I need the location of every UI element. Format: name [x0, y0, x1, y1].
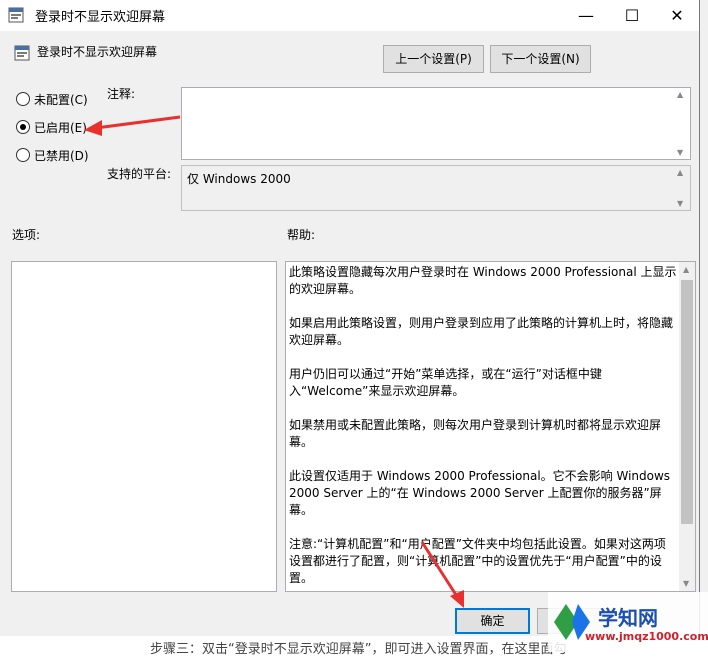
ok-button[interactable]: 确定 [455, 608, 530, 634]
enabled-label[interactable]: 已启用(E) [34, 119, 87, 136]
minimize-button[interactable]: — [563, 0, 609, 31]
help-paragraph: 此策略设置隐藏每次用户登录时在 Windows 2000 Professiona… [289, 265, 677, 296]
annotation-arrow [84, 115, 181, 136]
scroll-up-icon[interactable]: ▲ [683, 265, 689, 274]
not-configured-label[interactable]: 未配置(C) [34, 91, 88, 108]
policy-setting-icon [8, 7, 24, 23]
scroll-up-icon[interactable]: ▲ [677, 90, 683, 99]
help-paragraph: 用户仍旧可以通过“开始”菜单选择，或在“运行”对话框中键入“Welcome”来显… [289, 367, 602, 398]
annotation-arrow [420, 541, 464, 608]
help-paragraph: 如果禁用或未配置此策略，则每次用户登录到计算机时都将显示欢迎屏幕。 [289, 418, 662, 449]
watermark-url: www.jmqz1000.com [585, 630, 708, 643]
platform-label: 支持的平台: [107, 167, 172, 181]
policy-name: 登录时不显示欢迎屏幕 [37, 45, 158, 59]
not-configured-radio[interactable] [16, 92, 30, 106]
disabled-radio[interactable] [16, 148, 30, 162]
disabled-label[interactable]: 已禁用(D) [34, 147, 89, 164]
help-scroll-thumb[interactable] [681, 280, 693, 524]
scroll-down-icon[interactable]: ▼ [677, 199, 683, 208]
help-paragraph: 注意:“计算机配置”和“用户配置”文件夹中均包括此设置。如果对这两项设置都进行了… [289, 537, 666, 585]
options-label: 选项: [12, 228, 41, 242]
options-panel [11, 261, 277, 592]
comment-scrollbar[interactable]: ▲ ▼ [674, 88, 690, 159]
radio-selected-dot [20, 124, 26, 130]
watermark-text: 学知网 [598, 606, 658, 630]
close-button[interactable]: ✕ [654, 0, 700, 31]
help-paragraph: 此设置仅适用于 Windows 2000 Professional。它不会影响 … [289, 469, 671, 517]
maximize-button[interactable]: ☐ [609, 0, 655, 31]
window-title: 登录时不显示欢迎屏幕 [35, 10, 166, 25]
tutorial-caption: 步骤三：双击“登录时不显示欢迎屏幕”，即可进入设置界面，在这里面勾 [150, 642, 567, 657]
next-setting-button[interactable]: 下一个设置(N) [490, 45, 591, 73]
previous-setting-button[interactable]: 上一个设置(P) [383, 45, 484, 73]
enabled-radio[interactable] [16, 120, 30, 134]
policy-setting-icon [14, 45, 30, 61]
platform-scrollbar[interactable]: ▲ ▼ [674, 166, 690, 210]
scroll-up-icon[interactable]: ▲ [677, 168, 683, 177]
comment-label: 注释: [107, 87, 136, 101]
background-window-edge [700, 0, 708, 652]
platform-value: 仅 Windows 2000 [187, 172, 291, 186]
help-paragraph: 如果启用此策略设置，则用户登录到应用了此策略的计算机上时，将隐藏欢迎屏幕。 [289, 316, 674, 347]
comment-textarea[interactable]: ▲ ▼ [181, 87, 691, 160]
scroll-down-icon[interactable]: ▼ [677, 148, 683, 157]
scroll-down-icon[interactable]: ▼ [683, 579, 689, 588]
help-label: 帮助: [287, 228, 316, 242]
